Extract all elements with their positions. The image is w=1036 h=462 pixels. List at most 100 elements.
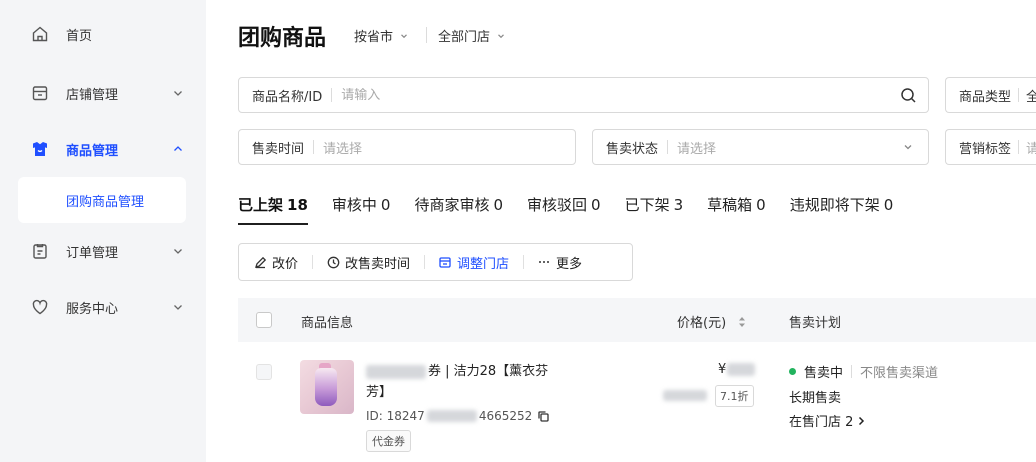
chevron-down-icon bbox=[171, 244, 185, 258]
search-icon[interactable] bbox=[898, 85, 918, 105]
edit-price-label: 改价 bbox=[272, 256, 299, 272]
region-filter[interactable]: 按省市 bbox=[354, 26, 409, 45]
home-icon bbox=[30, 24, 50, 44]
order-icon bbox=[30, 241, 50, 261]
marketing-tag-value: 请 bbox=[1026, 138, 1036, 157]
tab-label: 待商家审核 bbox=[414, 196, 490, 214]
sale-time-select[interactable]: 售卖时间 请选择 bbox=[238, 129, 576, 165]
table-header: 商品信息 价格(元) 售卖计划 bbox=[238, 298, 1036, 342]
tab-drafts[interactable]: 草稿箱 0 bbox=[707, 194, 766, 225]
sale-status: 售卖中 不限售卖渠道 bbox=[789, 362, 938, 381]
sidebar: 首页 店铺管理 商品管理 团购商品管理 订单管理 服务中心 bbox=[0, 0, 206, 462]
product-type-value: 全 bbox=[1026, 86, 1036, 105]
divider bbox=[313, 140, 315, 154]
product-search-label: 商品名称/ID bbox=[252, 89, 323, 105]
tab-merchant-review[interactable]: 待商家审核 0 bbox=[414, 194, 503, 225]
sidebar-item-store[interactable]: 店铺管理 bbox=[0, 73, 206, 113]
tab-listed[interactable]: 已上架 18 bbox=[238, 194, 308, 225]
chevron-up-icon bbox=[171, 142, 185, 156]
product-name[interactable]: 券 | 洁力28【薰衣芬 芳】 bbox=[366, 361, 566, 403]
tab-rejected[interactable]: 审核驳回 0 bbox=[527, 194, 601, 225]
status-dot bbox=[789, 368, 796, 375]
store-filter[interactable]: 全部门店 bbox=[438, 26, 506, 45]
tab-count: 0 bbox=[380, 196, 391, 214]
divider bbox=[426, 27, 427, 43]
sidebar-item-label: 订单管理 bbox=[66, 245, 119, 261]
chevron-right-icon bbox=[859, 416, 865, 425]
store-icon bbox=[30, 83, 50, 103]
row-checkbox[interactable] bbox=[256, 364, 272, 380]
col-price[interactable]: 价格(元) bbox=[677, 312, 746, 331]
tab-count: 0 bbox=[591, 196, 601, 214]
sidebar-item-home[interactable]: 首页 bbox=[0, 14, 206, 54]
sidebar-item-orders[interactable]: 订单管理 bbox=[0, 231, 206, 271]
on-sale-stores-label: 在售门店 2 bbox=[789, 415, 854, 430]
tab-reviewing[interactable]: 审核中 0 bbox=[332, 194, 391, 225]
divider bbox=[331, 88, 333, 102]
coupon-tag: 代金券 bbox=[366, 430, 411, 452]
tab-count: 0 bbox=[493, 196, 504, 214]
region-filter-label: 按省市 bbox=[354, 30, 394, 45]
price: ¥ bbox=[718, 362, 756, 377]
sidebar-item-label: 服务中心 bbox=[66, 301, 119, 317]
copy-icon[interactable] bbox=[538, 410, 549, 422]
divider bbox=[1018, 88, 1020, 102]
goods-icon bbox=[30, 139, 50, 159]
tab-count: 0 bbox=[883, 196, 894, 214]
redacted-text bbox=[727, 363, 756, 376]
product-search-field[interactable]: 商品名称/ID bbox=[238, 77, 929, 113]
page-title: 团购商品 bbox=[238, 26, 327, 51]
adjust-store-label: 调整门店 bbox=[457, 256, 510, 272]
marketing-tag-select[interactable]: 营销标签 请 bbox=[945, 129, 1036, 165]
product-id-suffix: 4665252 bbox=[478, 409, 533, 423]
tab-label: 草稿箱 bbox=[707, 196, 753, 214]
tab-label: 审核驳回 bbox=[527, 196, 588, 214]
price-symbol: ¥ bbox=[718, 362, 727, 377]
redacted-text bbox=[366, 364, 426, 379]
thumbnail-bottle bbox=[315, 368, 337, 406]
product-thumbnail[interactable] bbox=[300, 360, 354, 414]
chevron-down-icon bbox=[171, 300, 185, 314]
divider bbox=[851, 365, 853, 378]
marketing-tag-label: 营销标签 bbox=[959, 141, 1012, 157]
product-id: ID: 18247 4665252 bbox=[366, 409, 549, 423]
adjust-store-button[interactable]: 调整门店 bbox=[424, 252, 523, 272]
edit-price-button[interactable]: 改价 bbox=[239, 252, 312, 272]
sidebar-subitem-groupbuy-goods[interactable]: 团购商品管理 bbox=[18, 177, 186, 223]
sale-time-label: 售卖时间 bbox=[252, 141, 305, 157]
tab-label: 审核中 bbox=[331, 196, 377, 214]
tab-count: 18 bbox=[287, 196, 308, 214]
chevron-down-icon bbox=[401, 33, 407, 38]
clock-icon bbox=[326, 255, 340, 269]
redacted-text bbox=[663, 390, 707, 401]
store-filter-label: 全部门店 bbox=[438, 30, 491, 45]
tab-delisted[interactable]: 已下架 3 bbox=[625, 194, 684, 225]
edit-sale-time-button[interactable]: 改售卖时间 bbox=[312, 252, 424, 272]
product-search-input[interactable] bbox=[341, 87, 898, 103]
product-type-label: 商品类型 bbox=[959, 89, 1012, 105]
pencil-icon bbox=[253, 255, 267, 269]
chevron-down-icon bbox=[498, 33, 504, 38]
sidebar-item-goods[interactable]: 商品管理 bbox=[0, 129, 206, 169]
store-icon bbox=[438, 255, 452, 269]
ellipsis-icon bbox=[537, 255, 551, 269]
tab-violation[interactable]: 违规即将下架 0 bbox=[790, 194, 894, 225]
sidebar-item-label: 店铺管理 bbox=[66, 87, 119, 103]
product-type-select[interactable]: 商品类型 全 bbox=[945, 77, 1036, 113]
on-sale-stores-link[interactable]: 在售门店 2 bbox=[789, 411, 865, 430]
col-price-label: 价格(元) bbox=[677, 316, 727, 331]
more-button[interactable]: 更多 bbox=[523, 252, 596, 272]
tab-count: 3 bbox=[673, 196, 684, 214]
sale-status-text: 售卖中 bbox=[804, 366, 844, 381]
sidebar-item-service[interactable]: 服务中心 bbox=[0, 287, 206, 327]
sale-time-placeholder: 请选择 bbox=[323, 141, 363, 157]
sale-status-select[interactable]: 售卖状态 请选择 bbox=[592, 129, 929, 165]
tab-label: 已上架 bbox=[238, 196, 284, 214]
table-row: 券 | 洁力28【薰衣芬 芳】 ID: 18247 4665252 代金券 ¥ … bbox=[238, 342, 1036, 462]
batch-action-bar: 改价 改售卖时间 调整门店 更多 bbox=[238, 243, 633, 281]
tab-count: 0 bbox=[756, 196, 766, 214]
select-all-checkbox[interactable] bbox=[256, 312, 272, 328]
redacted-text bbox=[426, 410, 477, 422]
sale-plan: 长期售卖 bbox=[789, 391, 842, 406]
chevron-down-icon bbox=[898, 137, 918, 157]
